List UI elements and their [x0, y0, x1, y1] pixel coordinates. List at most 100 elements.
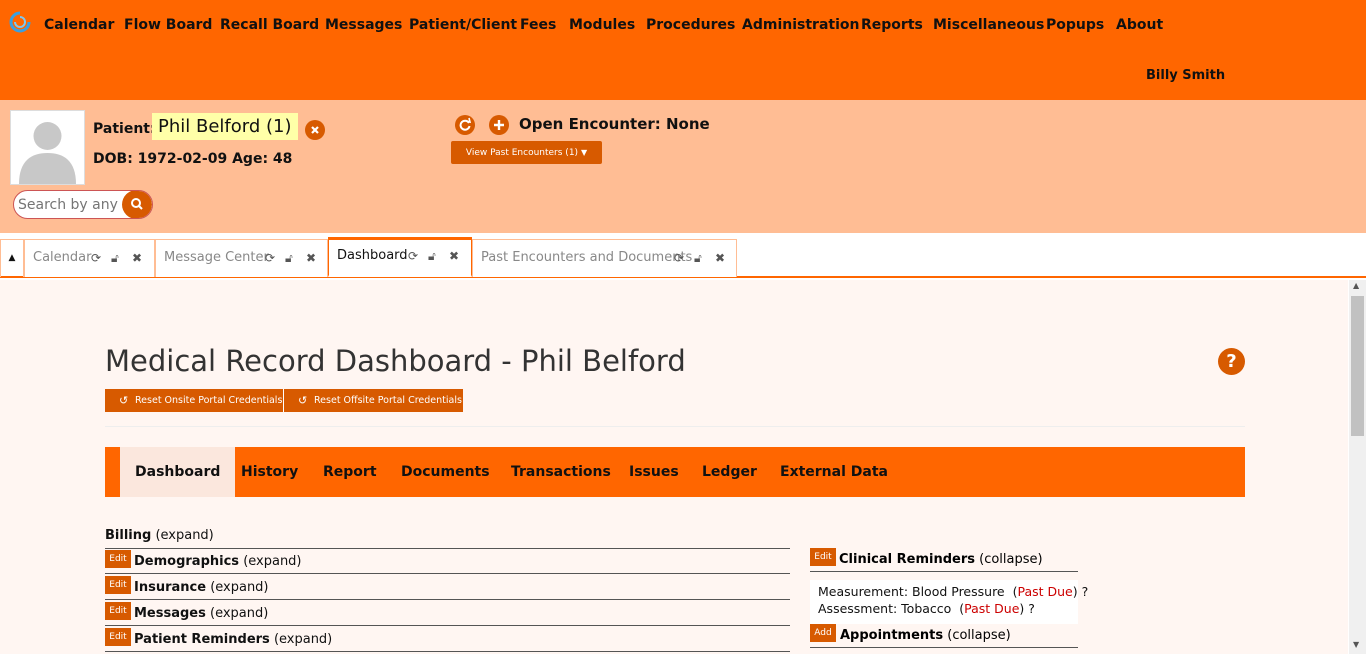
close-icon[interactable]: ✖	[306, 240, 316, 276]
reminder-status[interactable]: Past Due	[1017, 584, 1072, 599]
close-icon[interactable]: ✖	[449, 240, 459, 272]
close-icon[interactable]: ✖	[715, 240, 725, 276]
dashboard-content: Medical Record Dashboard - Phil Belford …	[0, 280, 1348, 654]
section-header: Insurance (expand)	[134, 580, 269, 595]
nav-history[interactable]: History	[241, 447, 298, 497]
menu-calendar[interactable]: Calendar	[44, 17, 114, 33]
edit-button[interactable]: Edit	[105, 576, 131, 594]
section-title: Billing	[105, 528, 152, 543]
close-icon[interactable]: ✖	[132, 240, 142, 276]
add-encounter-icon[interactable]	[489, 115, 509, 135]
tab-label: Message Center	[164, 250, 269, 265]
menu-recall-board[interactable]: Recall Board	[220, 17, 319, 33]
nav-documents[interactable]: Documents	[401, 447, 490, 497]
section-title: Insurance	[134, 580, 207, 595]
tab-label: Calendar	[33, 250, 92, 265]
nav-issues[interactable]: Issues	[629, 447, 679, 497]
tab-message-center[interactable]: Message Center ⟳ 🔓︎ ✖	[155, 239, 328, 277]
edit-button[interactable]: Edit	[105, 628, 131, 646]
close-patient-icon[interactable]	[305, 120, 325, 140]
menu-reports[interactable]: Reports	[861, 17, 923, 33]
reminder-help[interactable]: ?	[1082, 584, 1089, 599]
collapse-header-icon[interactable]: ▲	[0, 239, 24, 277]
edit-button[interactable]: Edit	[810, 548, 836, 566]
reminder-help[interactable]: ?	[1028, 601, 1035, 616]
section-title: Patient Reminders	[134, 632, 270, 647]
menu-popups[interactable]: Popups	[1046, 17, 1104, 33]
patient-dob-age: DOB: 1972-02-09 Age: 48	[93, 151, 293, 167]
section-title: Clinical Reminders	[839, 552, 975, 567]
undo-icon: ↺	[119, 394, 129, 407]
section-title: Appointments	[840, 628, 944, 643]
search-button[interactable]	[122, 191, 152, 218]
patient-name[interactable]: Phil Belford (1)	[152, 113, 298, 140]
main-menu-bar: Calendar Flow Board Recall Board Message…	[0, 0, 1366, 100]
section-insurance: Edit Insurance (expand)	[105, 576, 790, 600]
section-toggle[interactable]: (expand)	[210, 606, 268, 621]
menu-procedures[interactable]: Procedures	[646, 17, 735, 33]
help-icon[interactable]: ?	[1218, 348, 1245, 375]
nav-ledger[interactable]: Ledger	[702, 447, 757, 497]
tab-calendar[interactable]: Calendar ⟳ 🔓︎ ✖	[24, 239, 155, 277]
section-header: Clinical Reminders (collapse)	[839, 552, 1043, 567]
nav-external-data[interactable]: External Data	[780, 447, 888, 497]
menu-flow-board[interactable]: Flow Board	[124, 17, 212, 33]
unlock-icon[interactable]: 🔓︎	[428, 240, 436, 272]
section-clinical-reminders: Edit Clinical Reminders (collapse)	[810, 548, 1078, 572]
unlock-icon[interactable]: 🔓︎	[694, 240, 702, 276]
section-toggle[interactable]: (expand)	[243, 554, 301, 569]
refresh-icon[interactable]: ⟳	[91, 240, 101, 276]
menu-patient-client[interactable]: Patient/Client	[409, 17, 517, 33]
section-appointments: Add Appointments (collapse)	[810, 624, 1078, 648]
app-logo-icon[interactable]	[9, 11, 31, 33]
patient-avatar	[10, 110, 85, 185]
nav-report[interactable]: Report	[323, 447, 377, 497]
section-title: Messages	[134, 606, 206, 621]
section-title: Demographics	[134, 554, 240, 569]
refresh-icon[interactable]: ⟳	[674, 240, 684, 276]
section-toggle[interactable]: (expand)	[210, 580, 268, 595]
view-past-encounters-button[interactable]: View Past Encounters (1) ▼	[451, 141, 602, 164]
menu-fees[interactable]: Fees	[520, 17, 556, 33]
nav-transactions[interactable]: Transactions	[511, 447, 611, 497]
scroll-down-icon[interactable]: ▼	[1353, 640, 1359, 649]
section-header: Patient Reminders (expand)	[134, 632, 332, 647]
edit-button[interactable]: Edit	[105, 602, 131, 620]
reset-offsite-label: Reset Offsite Portal Credentials	[314, 395, 462, 406]
section-billing: Billing (expand)	[105, 525, 790, 549]
menu-miscellaneous[interactable]: Miscellaneous	[933, 17, 1044, 33]
section-toggle[interactable]: (collapse)	[979, 552, 1042, 567]
menu-about[interactable]: About	[1116, 17, 1163, 33]
scroll-up-icon[interactable]: ▲	[1353, 281, 1359, 290]
tab-dashboard[interactable]: Dashboard ⟳ 🔓︎ ✖	[328, 237, 472, 277]
reset-onsite-label: Reset Onsite Portal Credentials	[135, 395, 283, 406]
person-icon	[19, 122, 76, 184]
refresh-icon[interactable]: ⟳	[408, 240, 418, 272]
menu-modules[interactable]: Modules	[569, 17, 635, 33]
menu-administration[interactable]: Administration	[742, 17, 859, 33]
section-header: Demographics (expand)	[134, 554, 302, 569]
scrollbar-thumb[interactable]	[1351, 296, 1364, 436]
view-past-encounters-label: View Past Encounters (1)	[465, 148, 579, 158]
menu-messages[interactable]: Messages	[325, 17, 402, 33]
unlock-icon[interactable]: 🔓︎	[111, 240, 119, 276]
user-menu[interactable]: Billy Smith	[1146, 68, 1225, 83]
refresh-encounter-icon[interactable]	[455, 115, 475, 135]
patient-search-input[interactable]	[18, 195, 126, 215]
section-header: Messages (expand)	[134, 606, 268, 621]
refresh-icon[interactable]: ⟳	[265, 240, 275, 276]
reset-offsite-button[interactable]: ↺ Reset Offsite Portal Credentials	[284, 389, 463, 412]
patient-search-field[interactable]	[13, 190, 153, 219]
add-button[interactable]: Add	[810, 624, 836, 642]
undo-icon: ↺	[298, 394, 308, 407]
tab-past-encounters[interactable]: Past Encounters and Documents ⟳ 🔓︎ ✖	[472, 239, 737, 277]
unlock-icon[interactable]: 🔓︎	[285, 240, 293, 276]
nav-dashboard[interactable]: Dashboard	[120, 447, 236, 497]
section-toggle[interactable]: (expand)	[274, 632, 332, 647]
reminder-status[interactable]: Past Due	[964, 601, 1019, 616]
section-toggle[interactable]: (collapse)	[947, 628, 1010, 643]
edit-button[interactable]: Edit	[105, 550, 131, 568]
reminder-item: Measurement: Blood Pressure (Past Due) ?	[818, 584, 1089, 599]
section-toggle[interactable]: (expand)	[155, 528, 213, 543]
reset-onsite-button[interactable]: ↺ Reset Onsite Portal Credentials	[105, 389, 284, 412]
